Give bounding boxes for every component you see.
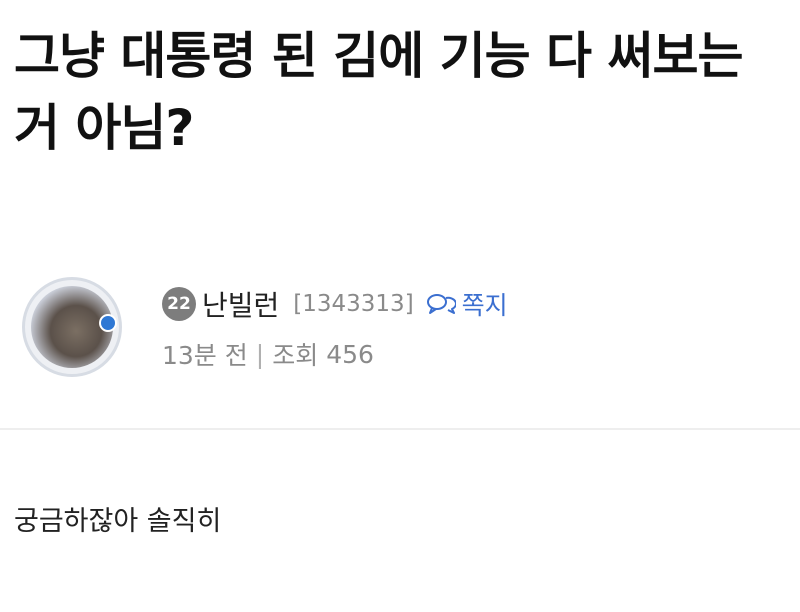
views-count: 456 [326,339,374,369]
level-badge: 22 [162,287,196,321]
post-meta-row: 13분 전 | 조회 456 [162,334,374,374]
message-label: 쪽지 [461,291,508,320]
meta-separator: | [255,339,265,369]
post-time: 13분 전 [162,341,248,370]
message-button[interactable]: 쪽지 [426,286,508,322]
avatar[interactable] [22,277,122,377]
author-info-row: 22 난빌런 [1343313] 쪽지 [162,284,508,324]
divider [0,428,800,430]
post-body: 궁금하잖아 솔직히 [14,506,222,537]
chat-bubbles-icon [426,294,456,314]
verified-dot-icon [99,314,117,332]
views-label: 조회 [272,341,319,370]
author-nickname[interactable]: 난빌런 [202,284,279,324]
author-block: 22 난빌런 [1343313] 쪽지 13분 전 | 조회 456 [22,272,782,392]
post-title: 그냥 대통령 된 김에 기능 다 써보는거 아님? [14,27,743,157]
author-id: [1343313] [293,291,414,317]
